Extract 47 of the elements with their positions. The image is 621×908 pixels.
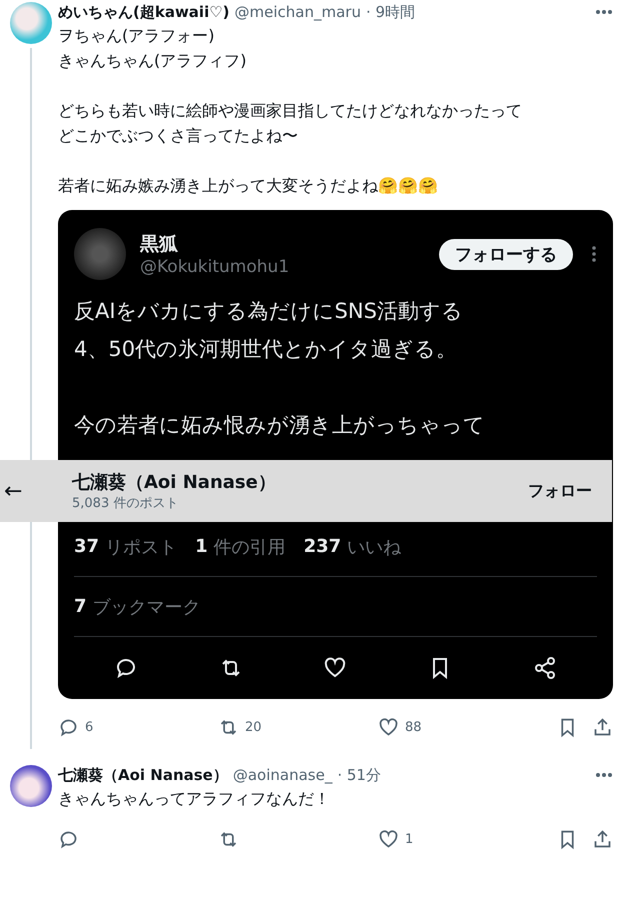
post-text: どこかでぶつくさ言ってたよね〜 [58,125,299,147]
stat-count: 237 [304,536,342,557]
speech-bubble-icon[interactable] [58,716,79,738]
stat-count: 7 [74,596,87,617]
user-handle[interactable]: @aoinanase_ [232,766,332,784]
more-options-icon[interactable] [595,9,613,15]
share-icon[interactable] [592,828,613,850]
post-text: 今の若者に妬み恨みが湧き上がっちゃって [74,412,486,439]
stat-count: 37 [74,536,100,557]
user-handle[interactable]: @meichan_maru [234,3,361,21]
avatar[interactable] [10,765,52,807]
stat-label: 件の引用 [214,536,286,558]
heart-icon[interactable] [323,656,348,680]
post-time: · 9時間 [366,2,416,22]
back-button[interactable]: ← [0,478,62,504]
follow-button[interactable]: フォローする [439,238,573,270]
share-icon[interactable] [592,716,613,738]
post-text: きゃんちゃんってアラフィフなんだ！ [58,788,331,810]
share-nodes-icon[interactable] [532,656,557,680]
stat-label: リポスト [105,536,178,558]
post-text: 若者に妬み嫉み湧き上がって大変そうだよね🤗🤗🤗 [58,175,439,197]
more-options-icon[interactable] [595,772,613,778]
avatar [74,228,126,280]
speech-bubble-icon[interactable] [58,828,79,850]
post-count: 5,083 件のポスト [72,495,180,512]
post-time: · 51分 [337,766,381,784]
display-name[interactable]: 七瀬葵（Aoi Nanase） [58,766,228,784]
heart-icon[interactable] [378,828,399,850]
heart-icon[interactable] [378,716,399,738]
post-text: 4、50代の氷河期世代とかイタ過ぎる。 [74,336,458,363]
post-text: 反AIをバカにする為だけにSNS活動する [74,298,464,325]
action-count: 20 [245,720,262,734]
action-count: 6 [85,720,94,734]
profile-name: 七瀬葵（Aoi Nanase） [72,471,277,494]
stat-label: ブックマーク [92,596,201,618]
stat-count: 1 [195,536,208,557]
user-handle: @Kokukitumohu1 [140,257,290,277]
follow-button[interactable]: フォロー [526,474,594,508]
more-options-icon [591,245,597,263]
post-text: きゃんちゃん(アラフィフ) [58,50,248,72]
post-text: ヲちゃん(アラフォー) [58,25,216,47]
display-name[interactable]: めいちゃん(超kawaii♡) [58,2,230,22]
stat-label: いいね [347,536,402,558]
display-name: 黒狐 [140,232,179,257]
post-text: どちらも若い時に絵師や漫画家目指してたけどなれなかったって [58,100,523,122]
action-count: 1 [405,832,414,846]
action-count: 88 [405,720,422,734]
